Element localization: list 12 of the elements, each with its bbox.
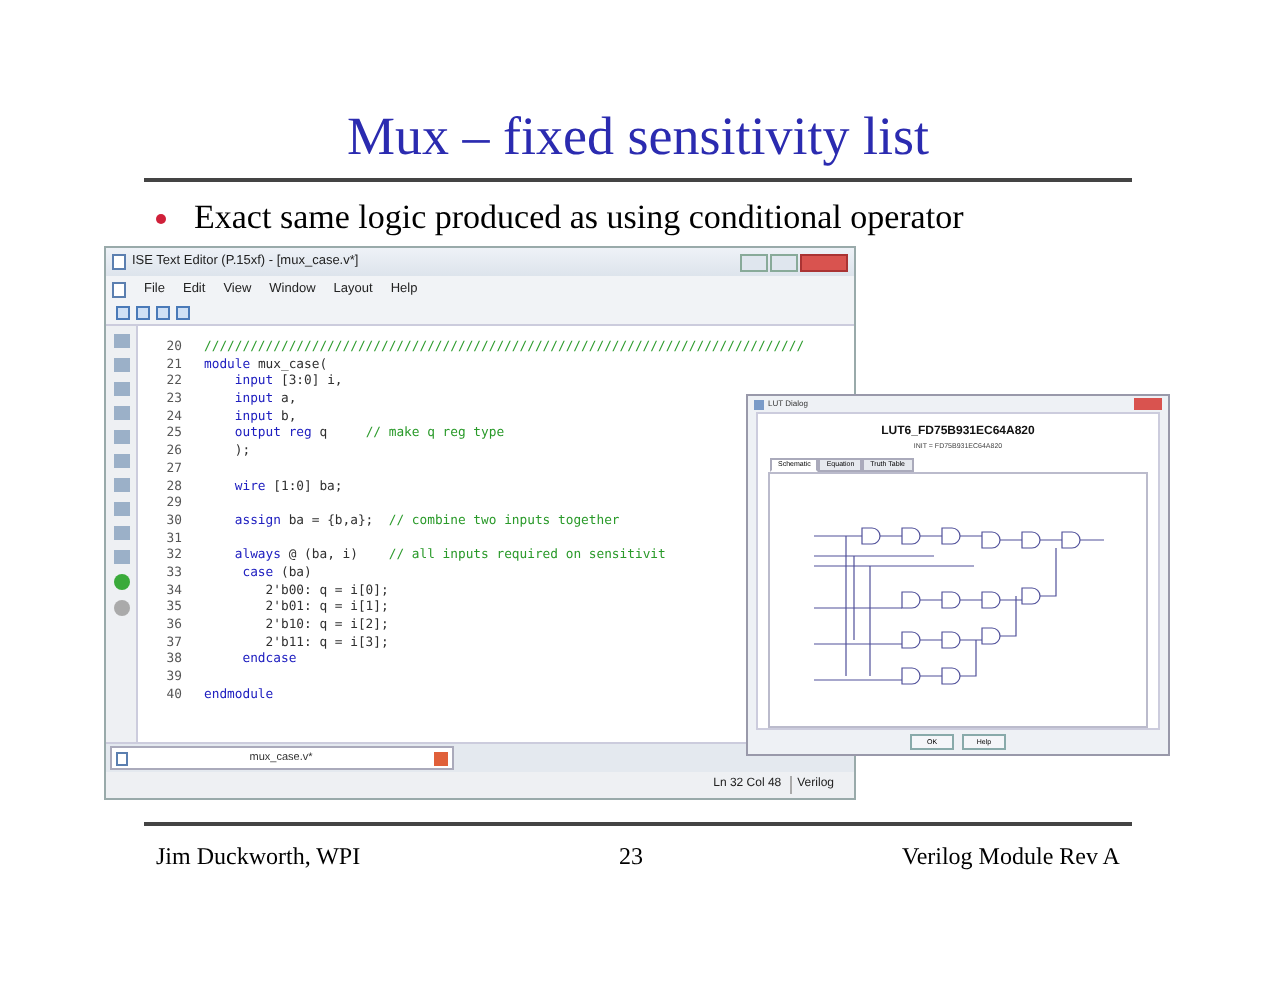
footer-author: Jim Duckworth, WPI [156, 840, 361, 874]
footer-course: Verilog Module Rev A [901, 840, 1120, 874]
maximize-button[interactable] [770, 253, 798, 271]
bullet-text: Exact same logic produced as using conditional operator [194, 198, 964, 238]
page-number: 23 [619, 840, 644, 874]
dialog-icon [754, 399, 764, 410]
close-icon[interactable] [434, 751, 448, 765]
minimize-button[interactable] [740, 253, 768, 271]
document-icon [116, 751, 128, 765]
slide-title: Mux – fixed sensitivity list [344, 104, 931, 170]
close-button[interactable] [800, 253, 848, 271]
close-button[interactable] [1134, 398, 1162, 411]
